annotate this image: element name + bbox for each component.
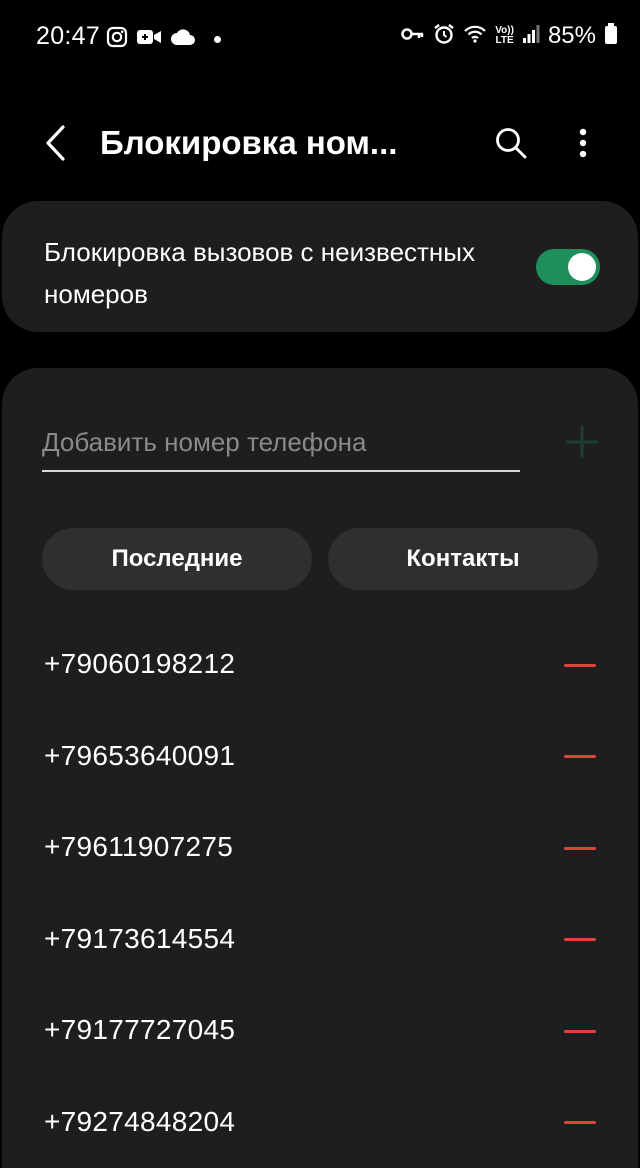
unknown-callers-label: Блокировка вызовов с неизвестных номеров	[44, 237, 475, 309]
status-time: 20:47	[36, 22, 101, 50]
more-options-button[interactable]	[558, 120, 608, 170]
remove-number-button[interactable]	[558, 925, 602, 955]
blocked-row: +79060198212	[2, 618, 638, 710]
status-left-icons	[106, 26, 221, 53]
volte-lte-icon: Vo)) LTE	[495, 26, 514, 46]
toggle-knob	[568, 253, 596, 281]
app-bar: Блокировка ном...	[0, 110, 640, 182]
remove-number-button[interactable]	[558, 742, 602, 772]
remove-number-button[interactable]	[558, 1016, 602, 1046]
alarm-icon	[433, 23, 455, 50]
wifi-icon	[463, 24, 487, 49]
unknown-callers-card[interactable]: Блокировка вызовов с неизвестных номеров	[2, 201, 638, 332]
battery-percent: 85%	[547, 22, 596, 49]
search-icon	[494, 126, 528, 165]
blocked-row: +79177727045	[2, 984, 638, 1076]
instagram-icon	[106, 26, 128, 53]
blocked-list: +79060198212 +79653640091 +79611907275 +…	[2, 618, 638, 1167]
remove-number-button[interactable]	[558, 650, 602, 680]
minus-icon	[564, 846, 596, 850]
add-number-button[interactable]	[562, 422, 602, 462]
page-title: Блокировка ном...	[100, 124, 398, 161]
status-right-icons: Vo)) LTE 85%	[401, 22, 618, 50]
minus-icon	[564, 1029, 596, 1033]
remove-number-button[interactable]	[558, 833, 602, 863]
minus-icon	[564, 1121, 596, 1124]
unknown-callers-toggle[interactable]	[536, 249, 600, 285]
blocked-number: +79177727045	[44, 1014, 236, 1045]
dot-icon	[214, 36, 221, 43]
remove-number-button[interactable]	[558, 1108, 602, 1138]
back-button[interactable]	[30, 120, 80, 170]
blocked-row: +79173614554	[2, 893, 638, 985]
more-vertical-icon	[579, 128, 587, 163]
lte-label: LTE	[495, 35, 514, 46]
video-call-icon	[136, 27, 162, 52]
blocked-number: +79173614554	[44, 922, 236, 954]
minus-icon	[564, 755, 596, 758]
contacts-button[interactable]: Контакты	[328, 528, 598, 590]
blocked-numbers-card: Последние Контакты +79060198212 +7965364…	[2, 368, 638, 1168]
blocked-number: +79611907275	[44, 831, 234, 862]
blocked-number: +79060198212	[44, 648, 236, 679]
blocked-row: +79653640091	[2, 710, 638, 802]
vpn-key-icon	[401, 26, 425, 47]
plus-icon	[562, 426, 602, 466]
phone-input-wrap	[42, 418, 520, 472]
minus-icon	[564, 938, 596, 941]
signal-icon	[522, 24, 540, 49]
blocked-number: +79653640091	[44, 739, 236, 771]
battery-icon	[604, 22, 618, 50]
recent-button[interactable]: Последние	[42, 528, 312, 590]
status-bar: 20:47 Vo)) LTE 85%	[0, 0, 640, 76]
minus-icon	[564, 663, 596, 667]
search-button[interactable]	[486, 120, 536, 170]
blocked-row: +79611907275	[2, 801, 638, 893]
add-phone-number-input[interactable]	[42, 418, 520, 466]
blocked-row: +79274848204	[2, 1076, 638, 1168]
chevron-left-icon	[43, 124, 67, 167]
cloud-icon	[170, 28, 196, 51]
